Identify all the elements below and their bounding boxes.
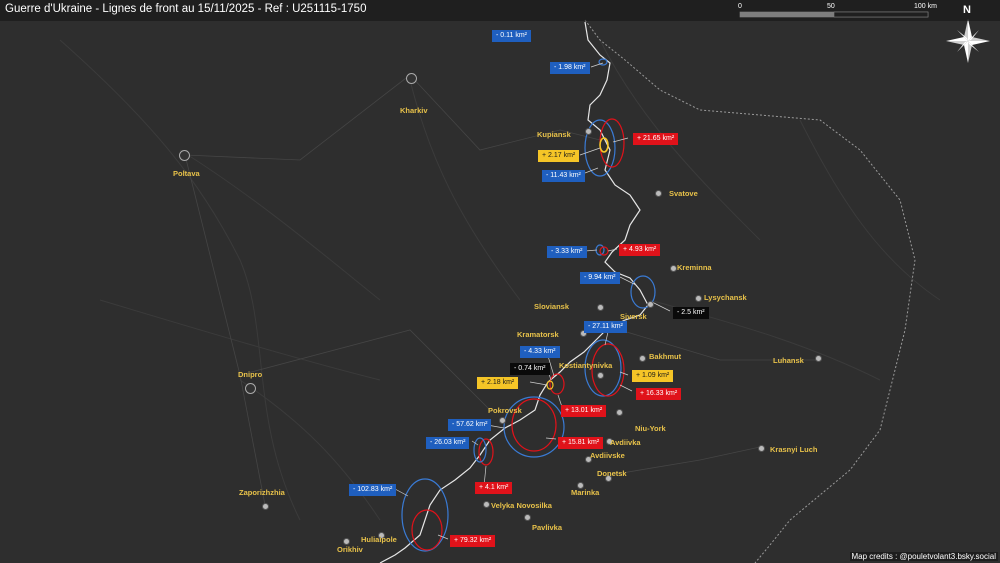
city-label-krasnyi-luch: Krasnyi Luch [770,445,818,454]
change-badge: - 4.33 km² [520,346,560,358]
city-label-marinka: Marinka [571,488,600,497]
scale-label-50: 50 [827,3,835,10]
city-marker-bakhmut [639,355,646,362]
city-label-lysychansk: Lysychansk [704,293,747,302]
city-marker-niu-york [616,409,623,416]
city-label-kupiansk: Kupiansk [537,130,571,139]
change-badge: - 3.33 km² [547,246,587,258]
change-badge: - 57.62 km² [448,419,492,431]
city-marker-krasnyi-luch [758,445,765,452]
change-badge: + 2.17 km² [538,150,580,162]
city-marker-kreminna [670,265,677,272]
city-marker-lysychansk [695,295,702,302]
change-badge: - 26.03 km² [426,437,470,449]
map-title: Guerre d'Ukraine - Lignes de front au 15… [5,3,367,15]
scale-label-0: 0 [738,3,742,10]
city-marker-poltava [179,150,190,161]
city-marker-zaporizhzhia [262,503,269,510]
change-badge: - 1.98 km² [550,62,590,74]
change-badge: + 1.09 km² [632,370,674,382]
city-marker-kharkiv [406,73,417,84]
change-badge: + 4.1 km² [475,482,513,494]
map-canvas[interactable]: Guerre d'Ukraine - Lignes de front au 15… [0,0,1000,563]
city-label-poltava: Poltava [173,169,200,178]
change-badge: - 11.43 km² [542,170,585,182]
city-label-kreminna: Kreminna [677,263,712,272]
city-marker-dnipro [245,383,256,394]
change-badge: - 2.5 km² [673,307,709,319]
city-marker-kostiantynivka [597,372,604,379]
city-label-avdiivske: Avdiivske [590,451,625,460]
change-badge: - 0.74 km² [510,363,550,375]
city-label-avdiivka: Avdiivka [610,438,641,447]
city-label-kharkiv: Kharkiv [400,106,428,115]
city-label-donetsk: Donetsk [597,469,627,478]
change-badge: + 13.01 km² [561,405,607,417]
change-badge: - 27.11 km² [584,321,627,333]
change-badge: + 21.65 km² [633,133,679,145]
city-label-zaporizhzhia: Zaporizhzhia [239,488,285,497]
scale-label-100: 100 km [914,3,937,10]
city-label-bakhmut: Bakhmut [649,352,682,361]
change-badge: + 15.81 km² [558,437,604,449]
city-marker-sloviansk [597,304,604,311]
city-marker-orikhiv [343,538,350,545]
city-label-huliaipole: Huliaipole [361,535,397,544]
city-label-niu-york: Niu-York [635,424,666,433]
city-marker-luhansk [815,355,822,362]
city-label-siversk: Siversk [620,312,647,321]
city-label-velyka-novosilka: Velyka Novosilka [491,501,552,510]
change-badge: + 2.18 km² [477,377,519,389]
city-label-dnipro: Dnipro [238,370,263,379]
change-badge: + 4.93 km² [619,244,661,256]
city-marker-siversk [647,301,654,308]
change-badge: + 79.32 km² [450,535,496,547]
city-label-pavlivka: Pavlivka [532,523,563,532]
change-badge: - 9.94 km² [580,272,620,284]
city-label-kostiantynivka: Kostiantynivka [559,361,613,370]
change-badge: - 0.11 km² [492,30,531,42]
city-marker-velyka-novosilka [483,501,490,508]
map-credits: Map credits : @pouletvolant3.bsky.social [849,552,998,561]
city-label-kramatorsk: Kramatorsk [517,330,559,339]
city-marker-kupiansk [585,128,592,135]
city-label-pokrovsk: Pokrovsk [488,406,522,415]
city-label-svatove: Svatove [669,189,698,198]
map-base-layer [59,11,990,563]
city-marker-svatove [655,190,662,197]
change-badge: - 102.83 km² [349,484,397,496]
change-badge: + 16.33 km² [636,388,682,400]
city-label-orikhiv: Orikhiv [337,545,363,554]
city-marker-pavlivka [524,514,531,521]
compass-icon [946,19,990,63]
compass-north-label: N [963,4,971,16]
city-label-luhansk: Luhansk [773,356,804,365]
city-label-sloviansk: Sloviansk [534,302,570,311]
city-marker-pokrovsk [499,417,506,424]
